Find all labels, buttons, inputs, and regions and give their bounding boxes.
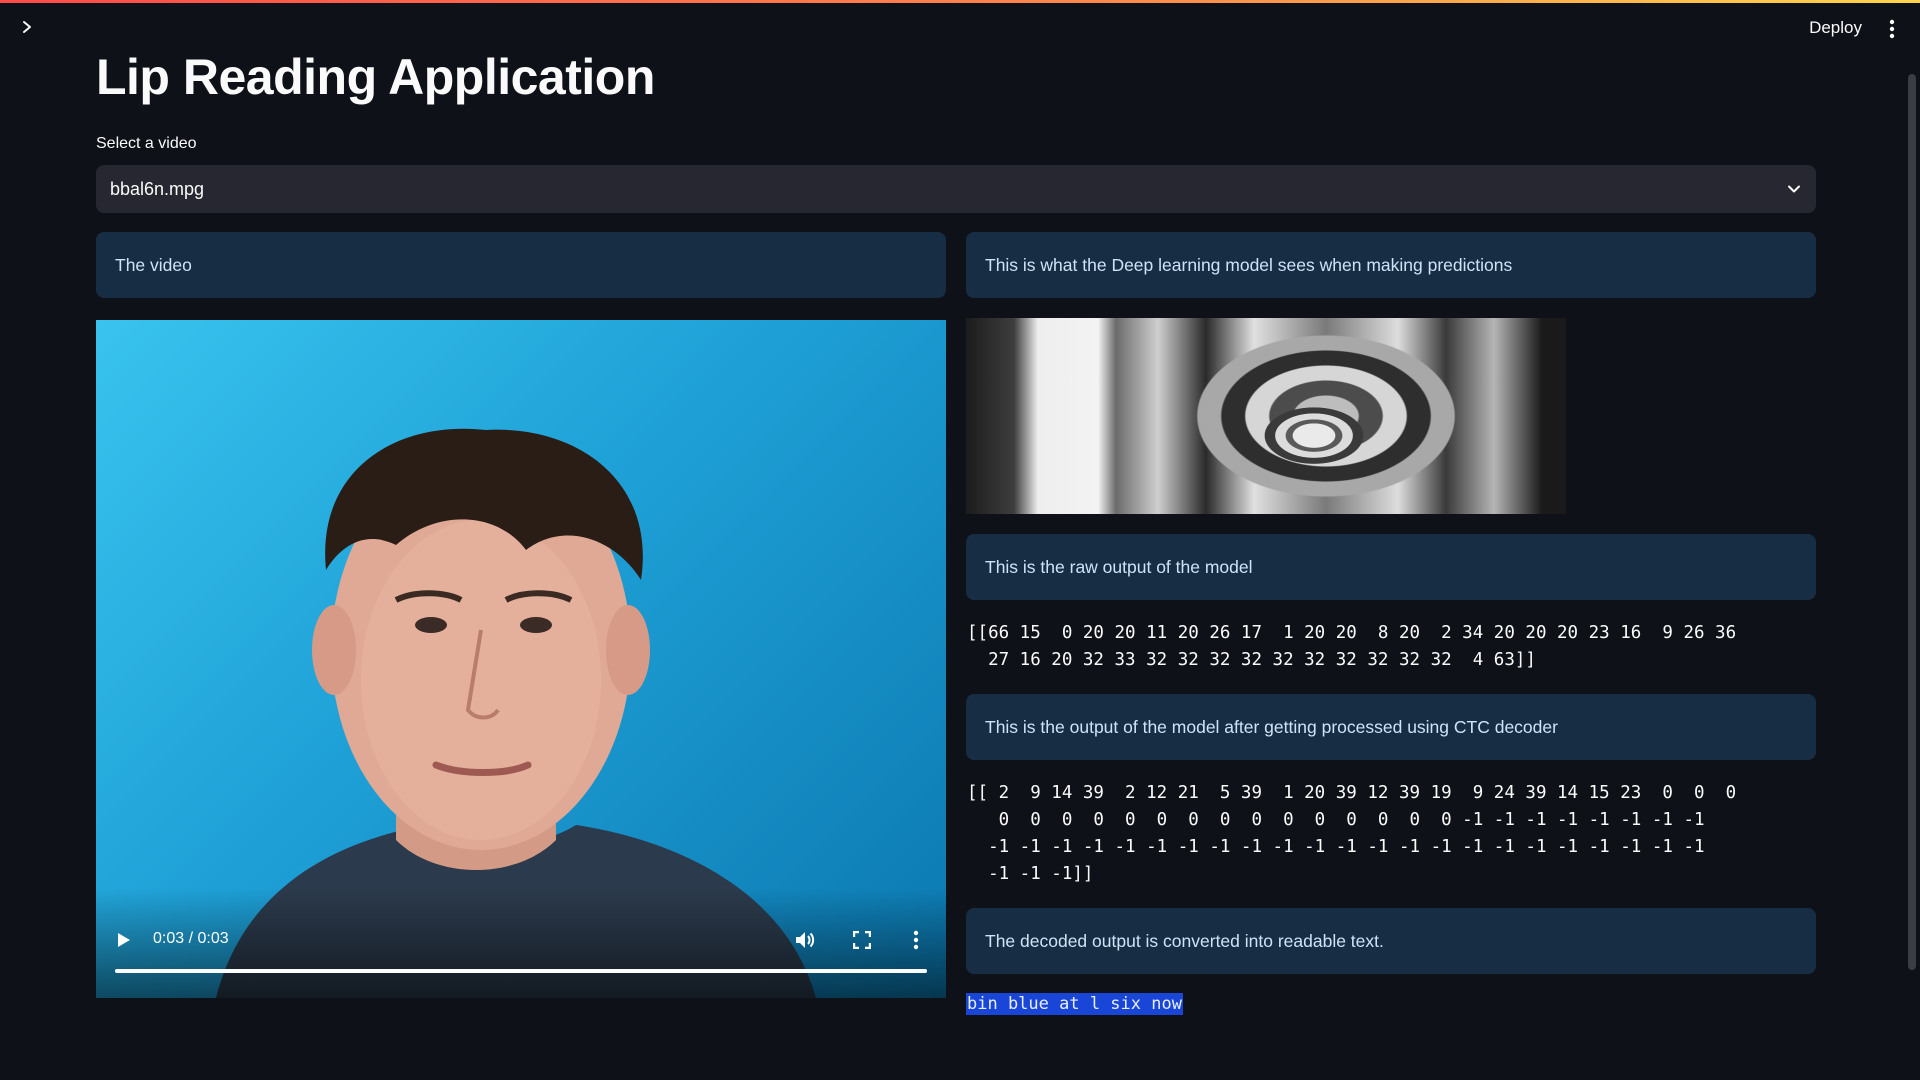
page-scrollbar[interactable] bbox=[1908, 74, 1916, 970]
ctc-output-text: [[ 2 9 14 39 2 12 21 5 39 1 20 39 12 39 … bbox=[967, 783, 1737, 884]
play-icon bbox=[118, 933, 130, 947]
volume-icon bbox=[796, 932, 815, 948]
raw-output-text: [[66 15 0 20 20 11 20 26 17 1 20 20 8 20… bbox=[967, 623, 1737, 670]
model-input-frame bbox=[966, 318, 1566, 514]
video-options-button[interactable] bbox=[906, 927, 926, 953]
video-select-label: Select a video bbox=[96, 135, 197, 152]
frames-info-text: This is what the Deep learning model see… bbox=[985, 254, 1513, 275]
video-progress-bar[interactable] bbox=[115, 969, 927, 973]
decoded-text: bin blue at l six now bbox=[966, 993, 1183, 1015]
play-button[interactable] bbox=[112, 928, 136, 952]
video-player[interactable]: 0:03 / 0:03 bbox=[96, 320, 946, 998]
kebab-menu-icon bbox=[913, 930, 919, 950]
page-title: Lip Reading Application bbox=[96, 49, 655, 105]
chevron-down-icon bbox=[1788, 185, 1800, 193]
chevron-right-icon bbox=[23, 21, 31, 33]
deploy-button[interactable]: Deploy bbox=[1809, 18, 1862, 38]
ctc-output-info-text: This is the output of the model after ge… bbox=[985, 716, 1558, 737]
video-select-value: bbal6n.mpg bbox=[110, 178, 205, 199]
header-accent-bar bbox=[0, 0, 1920, 3]
video-select[interactable]: bbal6n.mpg bbox=[96, 165, 1816, 213]
decoded-info-box: The decoded output is converted into rea… bbox=[966, 908, 1816, 974]
sidebar-toggle-button[interactable] bbox=[16, 16, 38, 38]
fullscreen-icon bbox=[853, 931, 871, 949]
main-menu-button[interactable] bbox=[1882, 16, 1902, 42]
raw-output-info-box: This is the raw output of the model bbox=[966, 534, 1816, 600]
raw-output-info-text: This is the raw output of the model bbox=[985, 556, 1253, 577]
video-info-text: The video bbox=[115, 254, 192, 275]
mute-button[interactable] bbox=[791, 927, 819, 953]
fullscreen-button[interactable] bbox=[849, 927, 875, 953]
decoded-info-text: The decoded output is converted into rea… bbox=[985, 930, 1384, 951]
ctc-output-info-box: This is the output of the model after ge… bbox=[966, 694, 1816, 760]
video-info-box: The video bbox=[96, 232, 946, 298]
video-progress-fill bbox=[115, 969, 927, 973]
frames-info-box: This is what the Deep learning model see… bbox=[966, 232, 1816, 298]
kebab-menu-icon bbox=[1889, 19, 1895, 39]
video-time: 0:03 / 0:03 bbox=[153, 930, 229, 947]
